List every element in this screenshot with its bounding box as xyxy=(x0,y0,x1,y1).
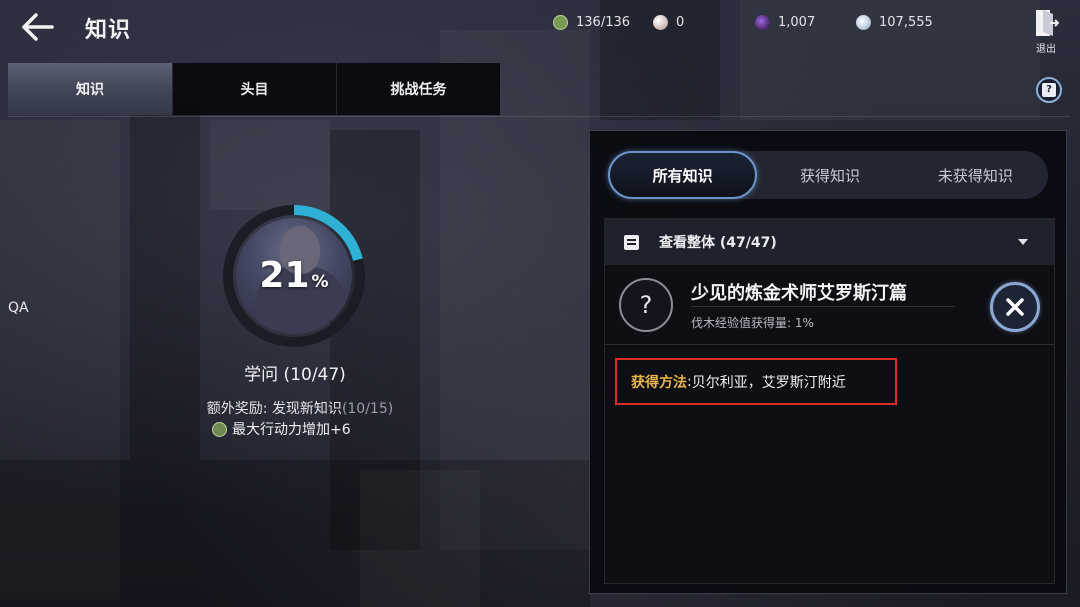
view-all-label: 查看整体 (47/47) xyxy=(659,235,777,251)
qa-label: QA xyxy=(8,300,29,316)
knowledge-panel: 所有知识 获得知识 未获得知识 查看整体 (47/47) ? 少见的炼金术师艾罗… xyxy=(589,130,1067,594)
page-title: 知识 xyxy=(85,18,132,43)
help-icon: ? xyxy=(1042,83,1056,97)
bonus-progress: (10/15) xyxy=(341,401,394,417)
help-button[interactable]: ? xyxy=(1036,77,1062,103)
filter-segmented-control: 所有知识 获得知识 未获得知识 xyxy=(608,151,1048,199)
book-icon xyxy=(624,234,639,250)
progress-percent-sign: % xyxy=(311,272,329,292)
progress-percent: 21% xyxy=(221,255,367,296)
acquire-method-value: 贝尔利亚，艾罗斯汀附近 xyxy=(691,374,846,391)
tab-bar: 知识 头目 挑战任务 xyxy=(8,63,500,115)
resource-silver-value: 107,555 xyxy=(879,14,933,30)
resource-gem-value: 1,007 xyxy=(778,14,816,30)
resource-energy-value: 136/136 xyxy=(576,14,631,30)
tab-boss[interactable]: 头目 xyxy=(172,63,336,115)
progress-percent-value: 21 xyxy=(259,255,310,296)
bonus-reward-text: 最大行动力增加+6 xyxy=(232,422,351,438)
knowledge-entry-name: 少见的炼金术师艾罗斯汀篇 xyxy=(691,283,907,304)
knowledge-progress-ring: 21% xyxy=(221,203,367,349)
exit-button[interactable]: 退出 xyxy=(1030,8,1062,55)
energy-icon xyxy=(553,14,568,30)
resource-pearl-value: 0 xyxy=(676,14,685,30)
tab-knowledge[interactable]: 知识 xyxy=(8,63,172,115)
resource-pearl: 0 xyxy=(653,12,684,32)
exit-door-icon xyxy=(1036,10,1060,36)
acquire-method-box: 获得方法 : 贝尔利亚，艾罗斯汀附近 xyxy=(615,358,897,405)
gem-icon xyxy=(755,14,770,30)
bonus-label: 额外奖励: 发现新知识 xyxy=(206,401,342,417)
unknown-question-icon: ? xyxy=(619,278,673,332)
knowledge-list: 查看整体 (47/47) ? 少见的炼金术师艾罗斯汀篇 伐木经验值获得量: 1%… xyxy=(604,218,1055,584)
close-button[interactable] xyxy=(990,282,1040,332)
filter-all[interactable]: 所有知识 xyxy=(608,151,758,199)
tab-divider xyxy=(8,116,1070,117)
arrow-left-icon xyxy=(22,13,54,41)
exit-label: 退出 xyxy=(1036,44,1056,55)
chevron-down-icon xyxy=(1018,239,1028,245)
entry-divider xyxy=(691,306,955,307)
silver-coin-icon xyxy=(856,14,871,30)
filter-unacquired[interactable]: 未获得知识 xyxy=(903,151,1048,199)
tab-challenge[interactable]: 挑战任务 xyxy=(336,63,500,115)
energy-icon xyxy=(212,421,227,437)
filter-acquired[interactable]: 获得知识 xyxy=(757,151,902,199)
bonus-reward-line: 额外奖励: 发现新知识(10/15) xyxy=(150,398,450,418)
back-button[interactable] xyxy=(18,10,58,44)
pearl-icon xyxy=(653,14,668,30)
knowledge-entry-subtitle: 伐木经验值获得量: 1% xyxy=(691,316,814,330)
resource-gem: 1,007 xyxy=(755,12,815,32)
acquire-method-key: 获得方法 xyxy=(631,374,687,391)
view-all-dropdown[interactable]: 查看整体 (47/47) xyxy=(605,219,1054,265)
learning-title: 学问 (10/47) xyxy=(244,365,346,385)
resource-silver: 107,555 xyxy=(856,12,933,32)
bonus-reward-item: 最大行动力增加+6 xyxy=(212,420,351,438)
resource-energy: 136/136 xyxy=(553,12,630,32)
knowledge-entry[interactable]: ? 少见的炼金术师艾罗斯汀篇 伐木经验值获得量: 1% xyxy=(605,269,1054,345)
close-icon xyxy=(1006,298,1024,316)
